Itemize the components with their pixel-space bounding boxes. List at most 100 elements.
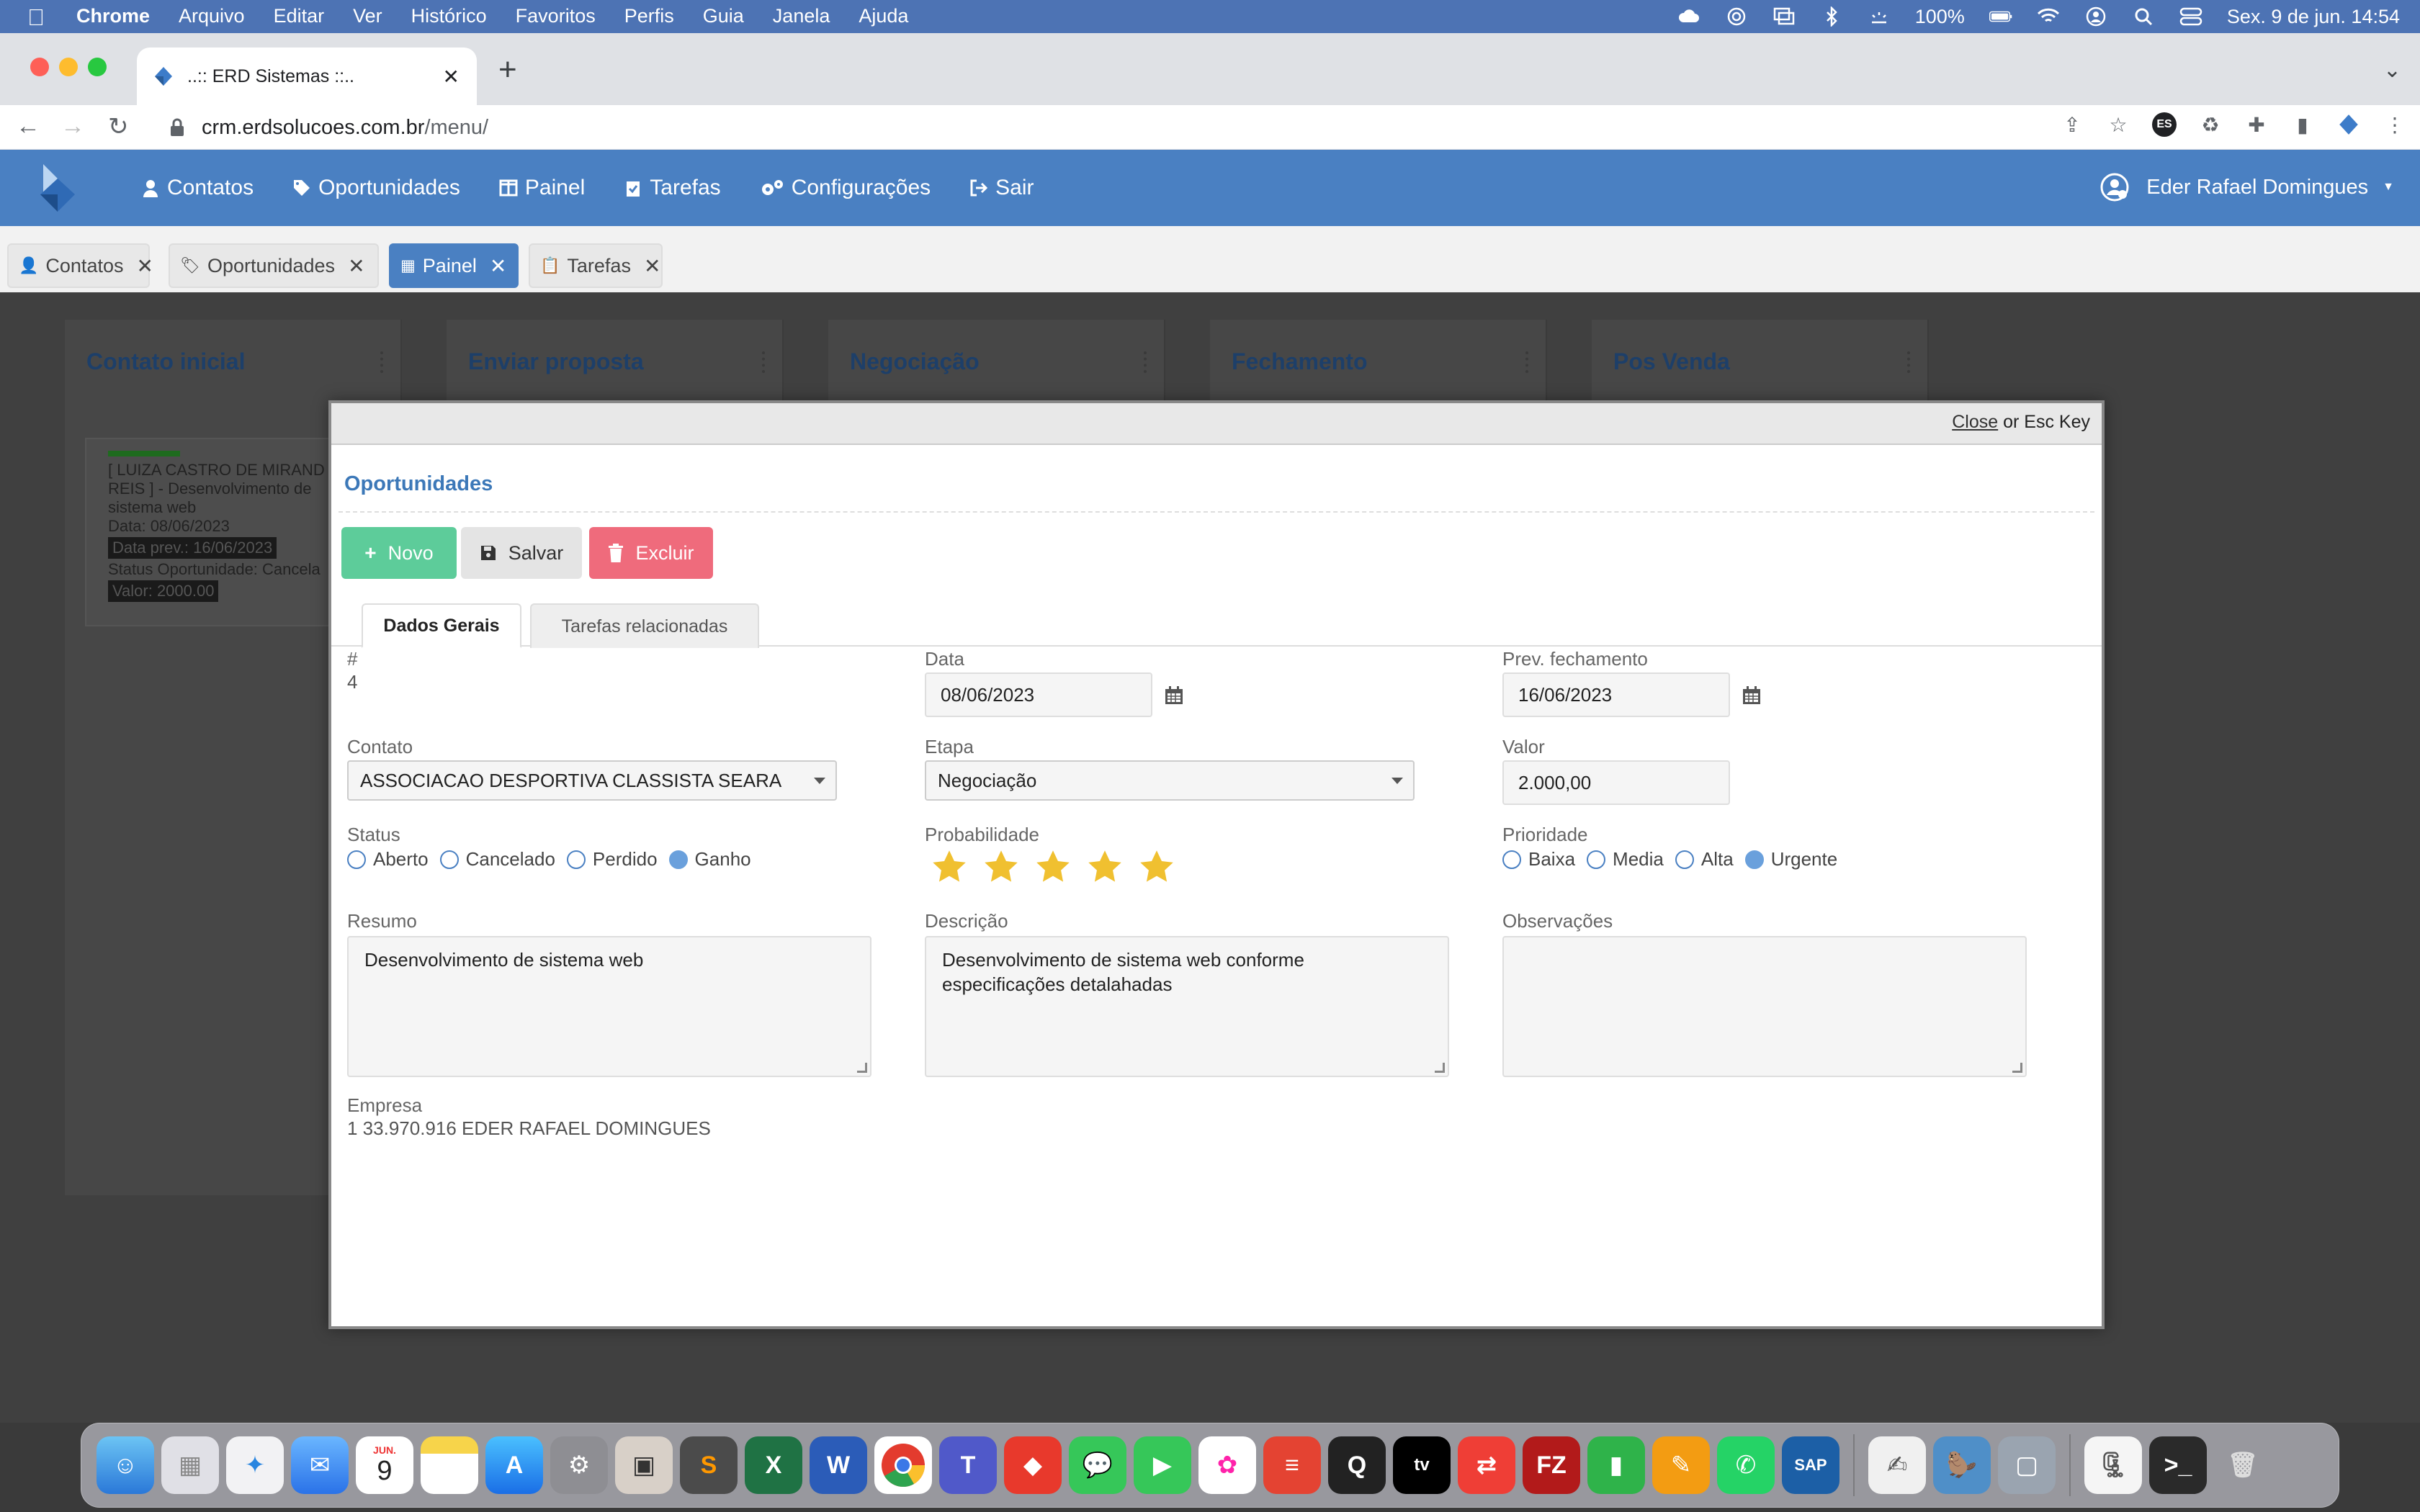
- finder-icon[interactable]: ☺: [97, 1436, 154, 1494]
- close-tab-oportunidades-icon[interactable]: ✕: [348, 254, 364, 278]
- sublime-text-icon[interactable]: S: [680, 1436, 738, 1494]
- resize-handle-icon[interactable]: [1435, 1063, 1445, 1073]
- trash-icon[interactable]: 🗑: [2214, 1436, 2272, 1494]
- close-tab-painel-icon[interactable]: ✕: [490, 254, 506, 278]
- anyconnect-icon[interactable]: ⇄: [1458, 1436, 1515, 1494]
- prioridade-media[interactable]: Media: [1587, 848, 1664, 870]
- new-button[interactable]: + Novo: [341, 527, 457, 579]
- safari-icon[interactable]: ✦: [226, 1436, 284, 1494]
- status-ganho[interactable]: Ganho: [668, 848, 751, 870]
- browser-tab-active[interactable]: ..:: ERD Sistemas ::.. ✕: [137, 48, 477, 105]
- new-tab-icon[interactable]: +: [498, 52, 517, 88]
- etapa-select[interactable]: Negociação: [925, 760, 1415, 801]
- screenshot-icon[interactable]: ▢: [1998, 1436, 2056, 1494]
- word-icon[interactable]: W: [810, 1436, 867, 1494]
- app-tab-oportunidades[interactable]: 🏷 Oportunidades ✕: [169, 243, 379, 288]
- menu-guia[interactable]: Guia: [703, 5, 744, 27]
- star-icon[interactable]: [1086, 848, 1124, 886]
- star-icon[interactable]: [1138, 848, 1175, 886]
- window-close-button[interactable]: [30, 58, 49, 76]
- menu-app-name[interactable]: Chrome: [76, 5, 150, 27]
- nav-sair[interactable]: Sair: [969, 176, 1034, 200]
- messages-icon[interactable]: 💬: [1069, 1436, 1126, 1494]
- nav-tarefas[interactable]: Tarefas: [624, 176, 721, 200]
- calendar-icon[interactable]: [1742, 685, 1762, 706]
- anydesk-icon[interactable]: ◆: [1004, 1436, 1062, 1494]
- radio-button[interactable]: [439, 850, 459, 869]
- delete-button[interactable]: Excluir: [589, 527, 713, 579]
- bluetooth-icon[interactable]: [1820, 5, 1843, 28]
- resize-handle-icon[interactable]: [857, 1063, 867, 1073]
- radio-button[interactable]: [347, 850, 366, 869]
- radio-button[interactable]: [1675, 850, 1694, 869]
- spotlight-search-icon[interactable]: [2132, 5, 2155, 28]
- extensions-puzzle-icon[interactable]: ✚: [2244, 112, 2269, 137]
- menu-perfis[interactable]: Perfis: [624, 5, 674, 27]
- terminal-icon[interactable]: >_: [2149, 1436, 2207, 1494]
- cloud-icon[interactable]: [1677, 5, 1700, 28]
- battery-icon[interactable]: [1989, 5, 2012, 28]
- user-account-icon[interactable]: [2084, 5, 2107, 28]
- control-center-icon[interactable]: [2179, 5, 2202, 28]
- nav-painel[interactable]: Painel: [499, 176, 585, 200]
- apple-menu-icon[interactable]: : [27, 4, 45, 31]
- tab-dados-gerais[interactable]: Dados Gerais: [362, 603, 521, 648]
- save-button[interactable]: Salvar: [461, 527, 582, 579]
- star-icon[interactable]: [931, 848, 968, 886]
- modal-close-link[interactable]: Close: [1952, 412, 1998, 432]
- radio-button-selected[interactable]: [668, 850, 688, 869]
- extension-es-badge[interactable]: ES: [2152, 112, 2177, 137]
- pages-icon[interactable]: ✎: [1652, 1436, 1710, 1494]
- facetime-icon[interactable]: ▶: [1134, 1436, 1191, 1494]
- contato-select[interactable]: ASSOCIACAO DESPORTIVA CLASSISTA SEARA: [347, 760, 837, 801]
- mail-icon[interactable]: ✉: [291, 1436, 349, 1494]
- numbers-icon[interactable]: ▮: [1587, 1436, 1645, 1494]
- nav-configuracoes[interactable]: Configurações: [760, 176, 931, 200]
- valor-input[interactable]: 2.000,00: [1502, 760, 1730, 805]
- menu-favoritos[interactable]: Favoritos: [516, 5, 596, 27]
- address-bar[interactable]: crm.erdsolucoes.com.br/menu/: [154, 108, 2099, 147]
- apple-tv-icon[interactable]: tv: [1393, 1436, 1451, 1494]
- dbeaver-icon[interactable]: 🦫: [1933, 1436, 1991, 1494]
- calendar-icon[interactable]: [1164, 685, 1184, 706]
- textedit-icon[interactable]: ✍: [1868, 1436, 1926, 1494]
- browser-menu-icon[interactable]: ⋮: [2383, 112, 2407, 137]
- status-cancelado[interactable]: Cancelado: [439, 848, 555, 870]
- prioridade-urgente[interactable]: Urgente: [1744, 848, 1837, 870]
- resize-handle-icon[interactable]: [2012, 1063, 2022, 1073]
- notes-icon[interactable]: [421, 1436, 478, 1494]
- radio-button-selected[interactable]: [1744, 850, 1764, 869]
- chrome-icon[interactable]: [874, 1436, 932, 1494]
- menu-arquivo[interactable]: Arquivo: [179, 5, 245, 27]
- data-input[interactable]: 08/06/2023: [925, 672, 1152, 717]
- tab-search-chevron-icon[interactable]: ⌄: [2383, 58, 2401, 83]
- menu-editar[interactable]: Editar: [274, 5, 325, 27]
- window-minimize-button[interactable]: [59, 58, 78, 76]
- status-perdido[interactable]: Perdido: [566, 848, 658, 870]
- back-arrow-icon[interactable]: ←: [16, 112, 40, 140]
- app-tab-contatos[interactable]: 👤 Contatos ✕: [7, 243, 153, 288]
- recycle-extension-icon[interactable]: ♻: [2198, 112, 2223, 137]
- photos-icon[interactable]: ✿: [1198, 1436, 1256, 1494]
- star-icon[interactable]: [1034, 848, 1072, 886]
- radio-button[interactable]: [566, 850, 586, 869]
- forward-arrow-icon[interactable]: →: [60, 112, 85, 140]
- app-tab-painel[interactable]: ▦ Painel ✕: [389, 243, 519, 288]
- app-tab-tarefas[interactable]: 📋 Tarefas ✕: [529, 243, 663, 288]
- brightness-icon[interactable]: [1868, 5, 1891, 28]
- resumo-textarea[interactable]: Desenvolvimento de sistema web: [347, 936, 871, 1077]
- share-icon[interactable]: ⇪: [2060, 112, 2084, 137]
- descricao-textarea[interactable]: Desenvolvimento de sistema web conforme …: [925, 936, 1449, 1077]
- drag-handle-icon[interactable]: [380, 351, 386, 373]
- app-store-icon[interactable]: A: [485, 1436, 543, 1494]
- menu-historico[interactable]: Histórico: [411, 5, 487, 27]
- radio-button[interactable]: [1502, 850, 1521, 869]
- radio-button[interactable]: [1587, 850, 1606, 869]
- archive-icon[interactable]: 🗜: [2084, 1436, 2142, 1494]
- drag-handle-icon[interactable]: [1525, 351, 1531, 373]
- prev-fechamento-input[interactable]: 16/06/2023: [1502, 672, 1730, 717]
- prioridade-alta[interactable]: Alta: [1675, 848, 1734, 870]
- close-tab-contatos-icon[interactable]: ✕: [136, 254, 153, 278]
- menu-ajuda[interactable]: Ajuda: [859, 5, 908, 27]
- reload-icon[interactable]: ↻: [108, 112, 129, 141]
